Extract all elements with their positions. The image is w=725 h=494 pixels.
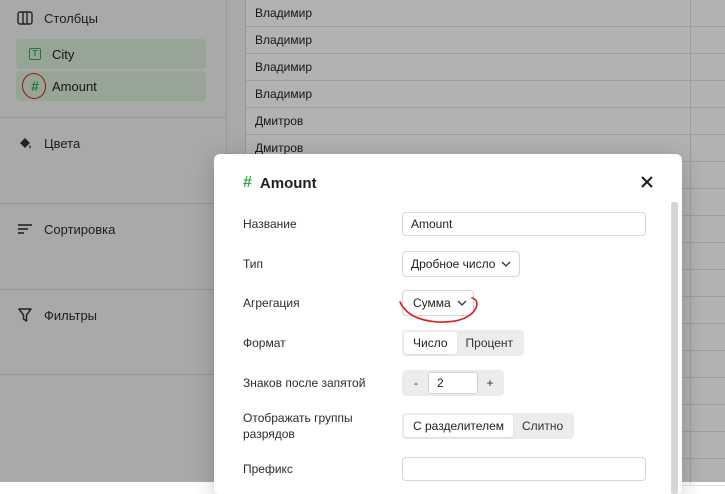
format-label: Формат [243,336,286,350]
field-settings-dialog: # Amount Название Amount Тип Дробное чис… [214,154,682,494]
close-button[interactable] [638,173,656,191]
name-label: Название [243,217,297,231]
dialog-title: # Amount [243,174,317,192]
decrement-button[interactable]: - [404,372,428,394]
chevron-down-icon [501,261,511,267]
format-segmented-control: Число Процент [402,330,525,356]
format-option-percent[interactable]: Процент [457,332,523,354]
scrollbar-thumb[interactable] [671,202,678,494]
grouping-label: Отображать группы разрядов [243,411,353,441]
number-hash-icon: # [243,174,252,191]
name-input[interactable]: Amount [402,212,646,236]
prefix-input[interactable] [402,457,646,481]
dialog-title-text: Amount [259,174,317,192]
grouping-segmented-control: С разделителем Слитно [402,413,575,439]
close-icon [641,176,653,188]
type-select[interactable]: Дробное число [402,251,521,277]
format-option-number[interactable]: Число [404,332,457,354]
chevron-down-icon [457,300,467,306]
increment-button[interactable]: + [478,372,502,394]
aggregation-select-value: Сумма [413,296,451,310]
decimals-label: Знаков после запятой [243,376,366,390]
prefix-label: Префикс [243,462,293,476]
grouping-option-separator[interactable]: С разделителем [404,415,513,437]
aggregation-label: Агрегация [243,296,300,310]
decimals-input[interactable]: 2 [428,372,478,394]
type-select-value: Дробное число [411,257,496,271]
type-label: Тип [243,257,264,271]
grouping-option-solid[interactable]: Слитно [513,415,572,437]
aggregation-select[interactable]: Сумма [402,290,474,316]
decimals-stepper: - 2 + [402,370,504,396]
